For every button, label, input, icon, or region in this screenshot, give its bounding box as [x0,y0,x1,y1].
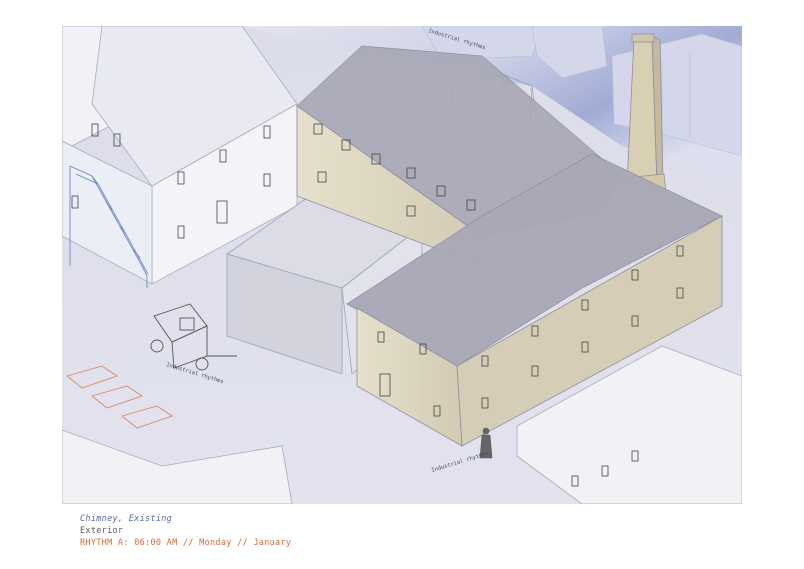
caption-subtitle: Exterior [80,526,124,536]
caption-title: Chimney, Existing [80,514,173,524]
caption-rhythm: RHYTHM A: 06:00 AM // Monday // January [80,538,292,548]
isometric-drawing: Industrial rhythms Industrial rhythms In… [62,26,742,504]
